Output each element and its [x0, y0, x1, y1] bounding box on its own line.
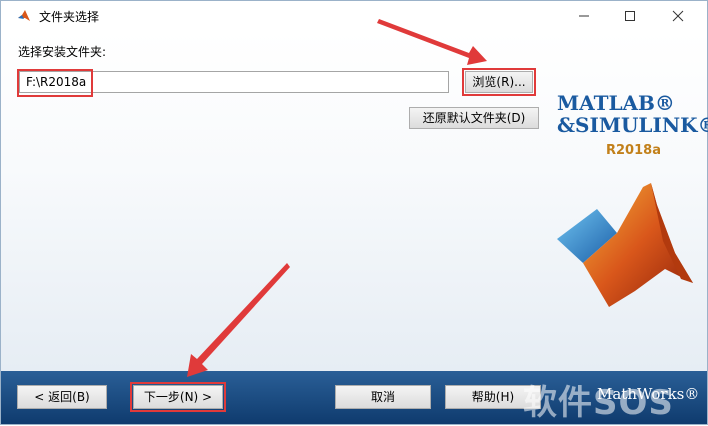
browse-button[interactable]: 浏览(R)...: [465, 71, 533, 93]
close-icon[interactable]: [655, 1, 701, 31]
title-bar: 文件夹选择: [1, 1, 707, 31]
next-button[interactable]: 下一步(N) >: [133, 385, 223, 409]
logo-simulink-text: &SIMULINK®: [557, 113, 708, 137]
maximize-icon[interactable]: [607, 1, 653, 31]
folder-label: 选择安装文件夹:: [18, 45, 107, 59]
minimize-icon[interactable]: [561, 1, 607, 31]
cancel-button[interactable]: 取消: [335, 385, 431, 409]
logo-matlab-text: MATLAB®: [557, 91, 675, 115]
matlab-membrane-icon: [557, 183, 693, 307]
logo-version-text: R2018a: [606, 143, 661, 158]
mathworks-logo: MathWorks®: [597, 385, 700, 403]
matlab-simulink-logo: MATLAB® &SIMULINK® R2018a: [557, 61, 708, 158]
window-title: 文件夹选择: [39, 10, 100, 24]
folder-path-input[interactable]: [19, 71, 449, 93]
matlab-icon: [17, 9, 31, 23]
restore-default-button[interactable]: 还原默认文件夹(D): [409, 107, 539, 129]
back-button[interactable]: < 返回(B): [17, 385, 107, 409]
footer-bar: < 返回(B) 下一步(N) > 取消 帮助(H) 软件SOS MathWork…: [1, 371, 707, 424]
installer-window: 文件夹选择 选择安装文件夹: 浏览(R)... 还原默认文件夹(D) MATLA…: [0, 0, 708, 425]
content-area: 选择安装文件夹: 浏览(R)... 还原默认文件夹(D) MATLAB® &SI…: [1, 31, 708, 371]
